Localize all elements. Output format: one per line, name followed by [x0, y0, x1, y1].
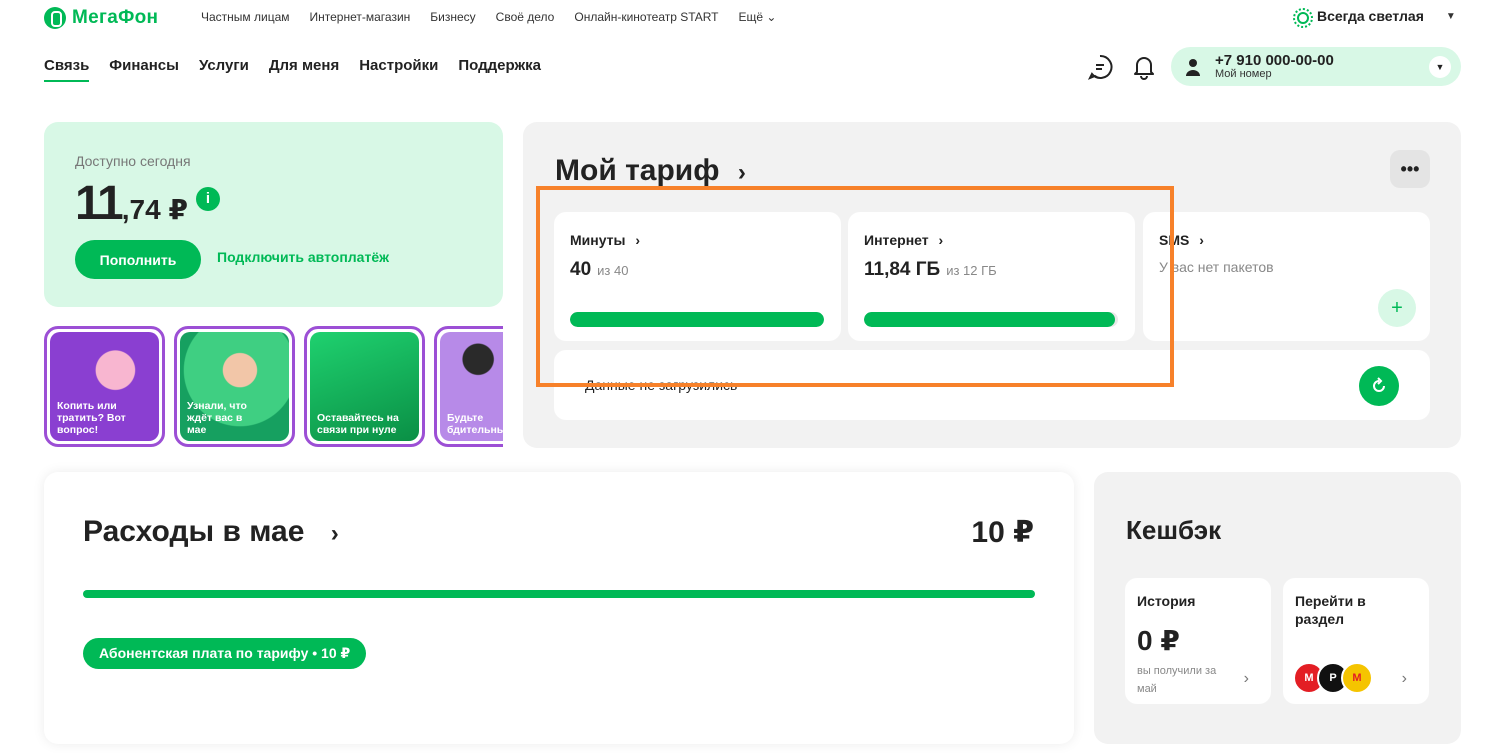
top-nav-own-business[interactable]: Своё дело: [496, 10, 555, 24]
add-package-icon[interactable]: +: [1378, 289, 1416, 327]
autopay-link[interactable]: Подключить автоплатёж: [217, 249, 389, 265]
tariff-title-link[interactable]: Мой тариф ›: [555, 154, 746, 188]
top-nav-business[interactable]: Бизнесу: [430, 10, 475, 24]
tariff-panel: Мой тариф › ••• Минуты › 40 из 40 Интерне…: [523, 122, 1461, 448]
main-nav: Связь Финансы Услуги Для меня Настройки …: [44, 57, 541, 82]
chevron-right-icon: ›: [737, 159, 746, 186]
balance-whole: 11: [75, 177, 124, 230]
story-card[interactable]: Узнали, что ждёт вас в мае: [174, 326, 295, 447]
expenses-total: 10 ₽: [971, 516, 1034, 549]
internet-progress: [864, 312, 1118, 327]
profile-phone: +7 910 000-00-00: [1215, 52, 1334, 69]
cashback-goto-card[interactable]: Перейти в раздел М Р М ›: [1283, 578, 1429, 704]
more-options-icon[interactable]: •••: [1390, 150, 1430, 188]
chevron-right-icon: ›: [330, 520, 339, 547]
story-caption: Будьте бдительны: [447, 412, 503, 436]
yandex-market-logo-icon: М: [1341, 662, 1373, 694]
minutes-label: Минуты: [570, 232, 626, 248]
cashback-history-sub: вы получили за май: [1137, 665, 1217, 695]
megafon-logo[interactable]: МегаФон: [44, 6, 158, 30]
story-caption: Оставайтесь на связи при нуле: [317, 412, 399, 436]
expenses-title-link[interactable]: Расходы в мае ›: [83, 515, 339, 549]
minutes-progress-fill: [570, 312, 824, 327]
cashback-history-label: История: [1137, 593, 1196, 609]
megafon-logo-icon: [44, 7, 66, 29]
stories-carousel: Копить или тратить? Вот вопрос! Узнали, …: [44, 326, 503, 448]
expenses-card: Расходы в мае › 10 ₽ Абонентская плата п…: [44, 472, 1074, 744]
story-card[interactable]: Копить или тратить? Вот вопрос!: [44, 326, 165, 447]
minutes-total: из 40: [597, 263, 629, 278]
main-nav-settings[interactable]: Настройки: [359, 57, 438, 82]
sms-package[interactable]: SMS › У вас нет пакетов +: [1143, 212, 1430, 341]
minutes-package[interactable]: Минуты › 40 из 40: [554, 212, 841, 341]
main-nav-for-me[interactable]: Для меня: [269, 57, 339, 82]
balance-amount: 11 ,74 ₽ i: [75, 176, 220, 231]
brand-name: МегаФон: [72, 7, 159, 28]
balance-fraction: ,74 ₽: [121, 194, 188, 225]
chevron-right-icon: ›: [635, 232, 641, 248]
balance-card: Доступно сегодня 11 ,74 ₽ i Пополнить По…: [44, 122, 503, 307]
main-nav-services[interactable]: Услуги: [199, 57, 249, 82]
top-nav-shop[interactable]: Интернет-магазин: [310, 10, 411, 24]
chat-icon[interactable]: [1086, 53, 1114, 81]
chevron-down-icon: ▼: [1429, 56, 1451, 78]
sun-icon: [1293, 8, 1313, 28]
expenses-chip[interactable]: Абонентская плата по тарифу • 10 ₽: [83, 638, 367, 669]
cashback-history-value: 0 ₽: [1137, 625, 1180, 656]
load-error-row: Данные не загрузились: [554, 350, 1430, 420]
expenses-bar: [83, 590, 1035, 598]
sms-empty-text: У вас нет пакетов: [1159, 259, 1274, 275]
internet-total: из 12 ГБ: [946, 263, 997, 278]
cashback-title: Кешбэк: [1126, 515, 1222, 545]
partner-logos: М Р М: [1293, 662, 1373, 694]
theme-label: Всегда светлая: [1317, 8, 1424, 24]
internet-label: Интернет: [864, 232, 929, 248]
cashback-history-card[interactable]: История 0 ₽ вы получили за май ›: [1125, 578, 1271, 704]
internet-package[interactable]: Интернет › 11,84 ГБ из 12 ГБ: [848, 212, 1135, 341]
top-nav-private[interactable]: Частным лицам: [201, 10, 290, 24]
story-caption: Узнали, что ждёт вас в мае: [187, 400, 247, 436]
profile-caption: Мой номер: [1215, 68, 1272, 80]
user-icon: [1185, 58, 1201, 76]
story-card[interactable]: Будьте бдительны: [434, 326, 503, 447]
refresh-icon[interactable]: [1359, 366, 1399, 406]
profile-selector[interactable]: +7 910 000-00-00 Мой номер ▼: [1171, 47, 1461, 86]
sms-label: SMS: [1159, 232, 1190, 248]
info-icon[interactable]: i: [195, 186, 220, 211]
expenses-title: Расходы в мае: [83, 515, 305, 548]
minutes-progress: [570, 312, 824, 327]
bell-icon[interactable]: [1130, 53, 1158, 81]
topup-button[interactable]: Пополнить: [75, 240, 201, 279]
main-nav-connection[interactable]: Связь: [44, 57, 90, 82]
top-nav-more-label: Ещё: [738, 10, 764, 24]
chevron-right-icon: ›: [1243, 670, 1249, 687]
chevron-right-icon: ›: [1401, 670, 1407, 687]
theme-switcher[interactable]: Всегда светлая ▼: [1293, 8, 1456, 28]
load-error-text: Данные не загрузились: [585, 377, 738, 393]
chevron-right-icon: ›: [1199, 232, 1204, 248]
tariff-title: Мой тариф: [555, 154, 720, 187]
main-nav-finance[interactable]: Финансы: [109, 57, 179, 82]
cashback-card: Кешбэк История 0 ₽ вы получили за май › …: [1094, 472, 1461, 744]
cashback-goto-label: Перейти в раздел: [1295, 593, 1366, 627]
top-nav-more[interactable]: Ещё ⌄: [739, 10, 777, 24]
story-card[interactable]: Оставайтесь на связи при нуле: [304, 326, 425, 447]
chevron-right-icon: ›: [938, 232, 944, 248]
internet-value: 11,84 ГБ: [864, 259, 941, 280]
top-nav: Частным лицам Интернет-магазин Бизнесу С…: [201, 10, 776, 24]
minutes-value: 40: [570, 259, 592, 280]
chevron-down-icon: ⌄: [766, 10, 777, 24]
main-nav-support[interactable]: Поддержка: [458, 57, 541, 82]
story-caption: Копить или тратить? Вот вопрос!: [57, 400, 126, 436]
internet-progress-fill: [864, 312, 1115, 327]
caret-down-icon: ▼: [1445, 10, 1456, 22]
top-nav-start[interactable]: Онлайн-кинотеатр START: [574, 10, 718, 24]
balance-label: Доступно сегодня: [75, 153, 191, 169]
